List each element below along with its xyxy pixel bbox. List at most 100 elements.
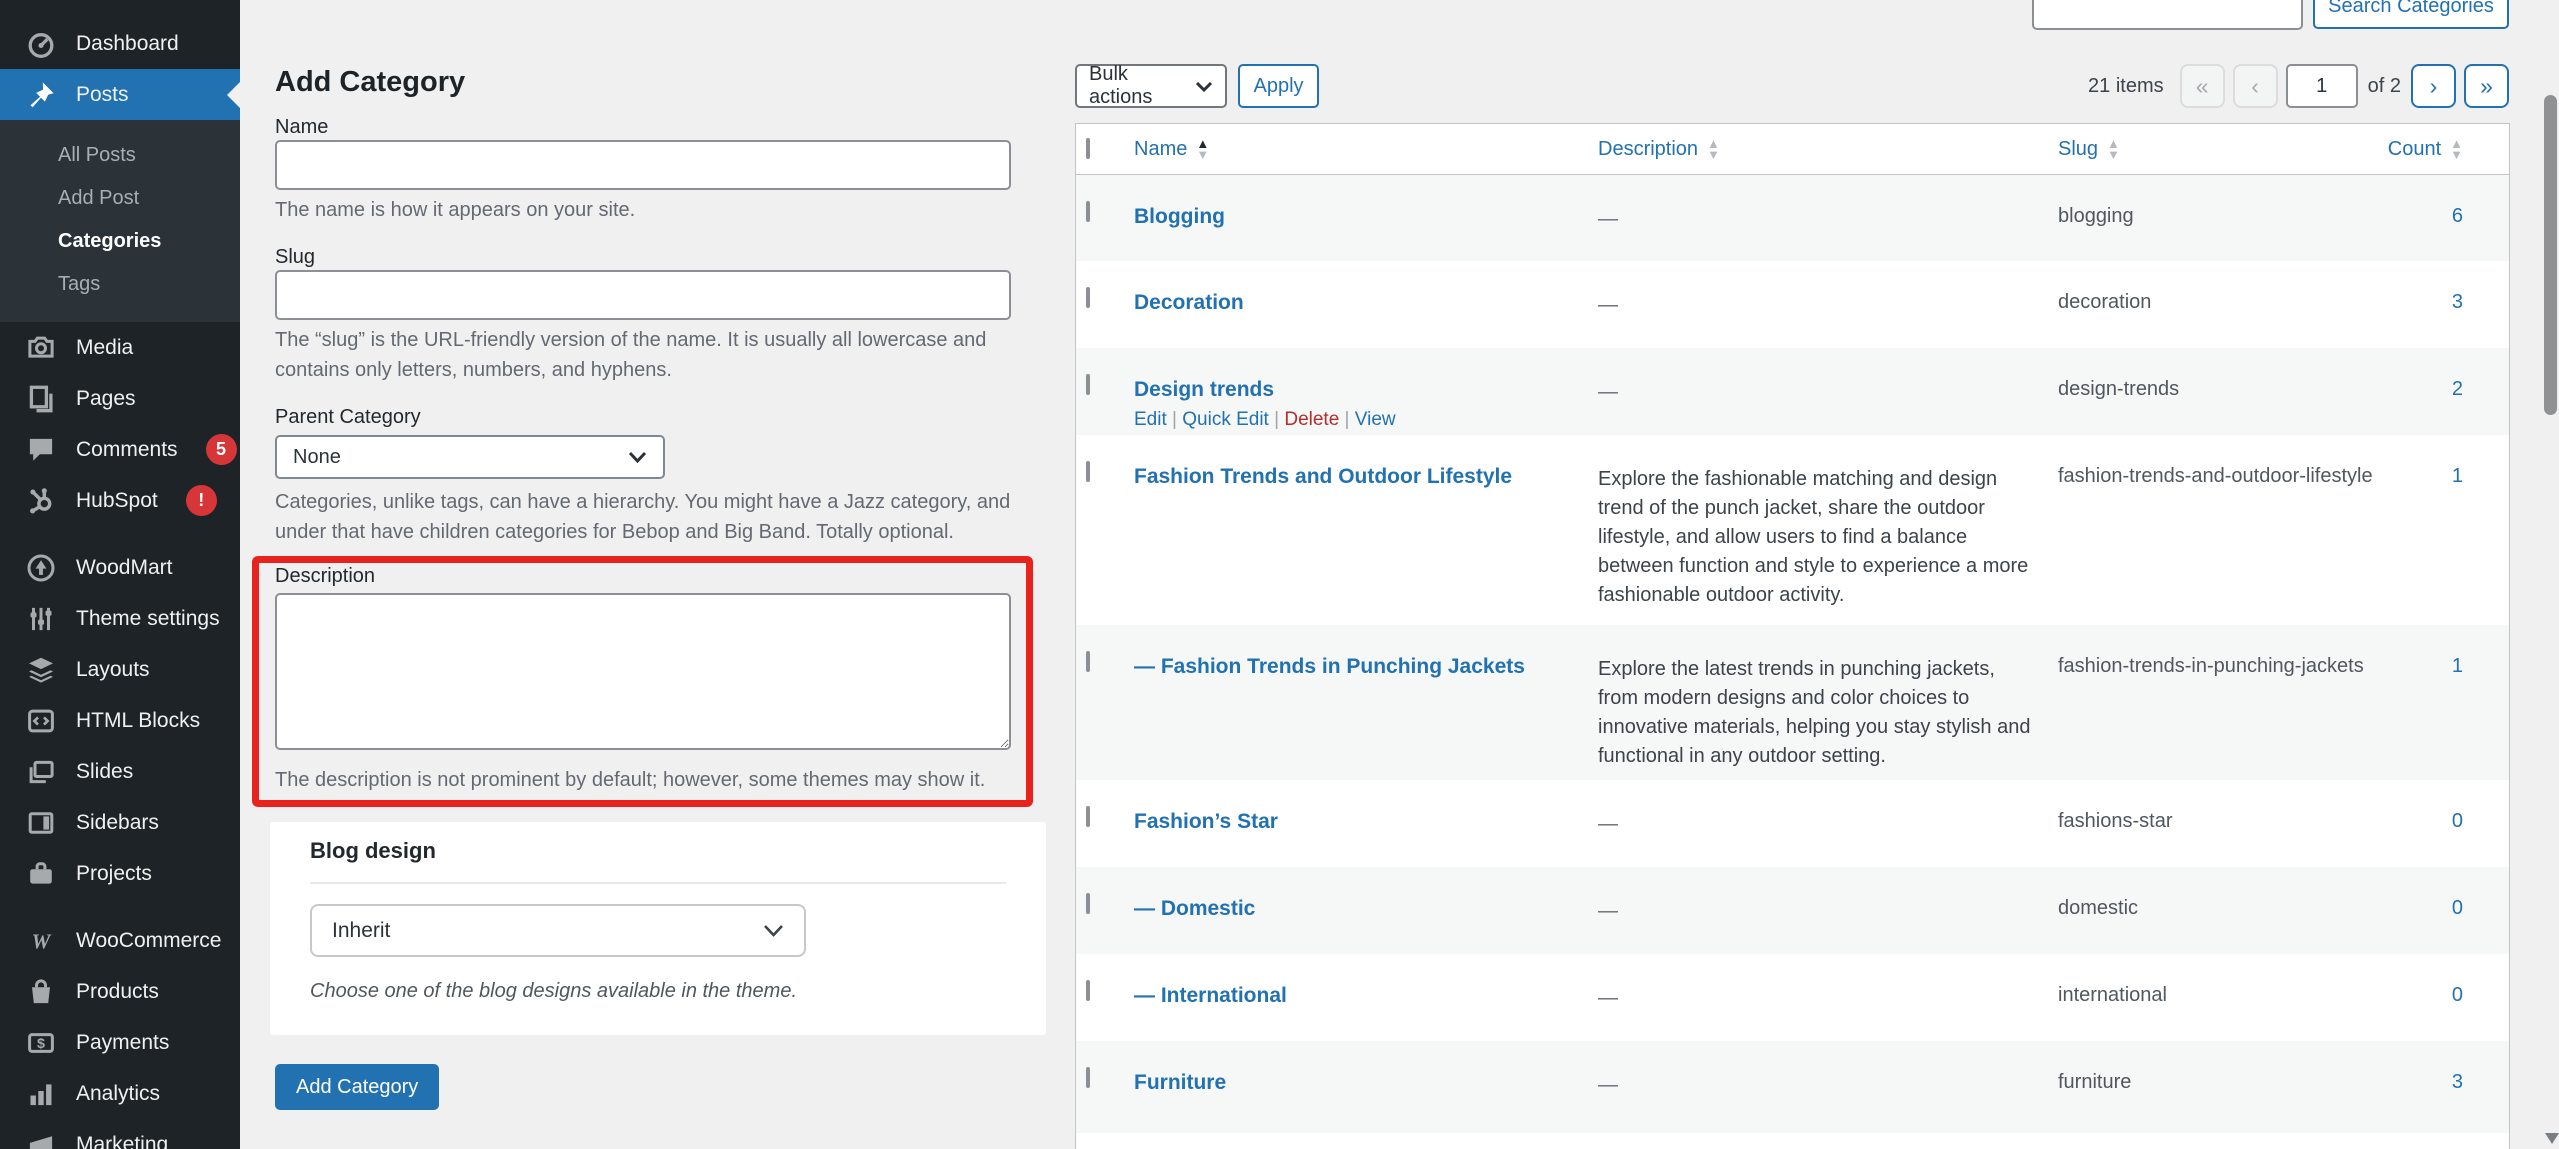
category-name-link[interactable]: — Domestic [1134, 897, 1255, 920]
slides-icon [24, 755, 58, 789]
row-checkbox[interactable] [1086, 201, 1090, 222]
next-page-button[interactable]: › [2411, 64, 2456, 108]
last-page-button[interactable]: » [2464, 64, 2509, 108]
previous-page-button[interactable]: ‹ [2233, 64, 2278, 108]
row-action-delete[interactable]: Delete [1284, 409, 1339, 430]
sidebar-item-pages[interactable]: Pages [0, 373, 240, 424]
sidebar-item-label: HubSpot [76, 489, 158, 513]
sidebar-item-label: Pages [76, 387, 136, 411]
sidebar-item-comments[interactable]: Comments 5 [0, 424, 240, 475]
sidebar-item-posts[interactable]: Posts [0, 69, 240, 120]
table-row-partial [1076, 1133, 2509, 1149]
column-header-count[interactable]: Count ▲▼ [2389, 138, 2509, 161]
row-checkbox[interactable] [1086, 374, 1090, 395]
scrollbar-down-arrow[interactable] [2545, 1133, 2559, 1144]
category-count-link[interactable]: 0 [2452, 810, 2463, 832]
sidebar-item-woodmart[interactable]: WoodMart [0, 542, 240, 593]
category-count-link[interactable]: 3 [2452, 291, 2463, 313]
blog-design-select[interactable]: Inherit [310, 904, 806, 957]
row-checkbox[interactable] [1086, 806, 1090, 827]
search-categories-button[interactable]: Search Categories [2313, 0, 2509, 29]
category-name-link[interactable]: — International [1134, 984, 1287, 1007]
category-count-link[interactable]: 0 [2452, 984, 2463, 1006]
sidebar-item-analytics[interactable]: Analytics [0, 1068, 240, 1119]
sidebar-item-payments[interactable]: $Payments [0, 1017, 240, 1068]
name-input[interactable] [275, 140, 1011, 190]
select-all-checkbox[interactable] [1086, 138, 1090, 159]
category-name-link[interactable]: Furniture [1134, 1071, 1226, 1094]
column-header-slug[interactable]: Slug▲▼ [2058, 138, 2389, 161]
category-name-link[interactable]: Fashion Trends and Outdoor Lifestyle [1134, 465, 1512, 488]
sidebar-item-projects[interactable]: Projects [0, 848, 240, 899]
row-action-quick-edit[interactable]: Quick Edit [1182, 409, 1269, 430]
sidebar-item-label: Layouts [76, 658, 150, 682]
slug-label: Slug [275, 246, 315, 269]
sidebar-item-woocommerce[interactable]: WWooCommerce [0, 915, 240, 966]
category-description: Explore the latest trends in punching ja… [1598, 625, 2058, 780]
sidebar-item-sidebars[interactable]: Sidebars [0, 797, 240, 848]
row-checkbox[interactable] [1086, 1067, 1090, 1088]
category-slug: fashions-star [2058, 780, 2389, 867]
category-name-link[interactable]: Design trends [1134, 378, 1274, 401]
sidebar-item-marketing[interactable]: Marketing [0, 1119, 240, 1149]
category-name-link[interactable]: Blogging [1134, 205, 1225, 228]
woodmart-arrow-icon [24, 551, 58, 585]
sliders-icon [24, 602, 58, 636]
search-categories-input[interactable] [2032, 0, 2303, 30]
column-header-name[interactable]: Name▲▼ [1134, 138, 1598, 161]
description-textarea[interactable] [275, 593, 1011, 750]
row-checkbox[interactable] [1086, 461, 1090, 482]
row-action-view[interactable]: View [1355, 409, 1396, 430]
sidebar-item-media[interactable]: Media [0, 322, 240, 373]
sidebar-item-html-blocks[interactable]: HTML Blocks [0, 695, 240, 746]
column-header-label: Count [2388, 138, 2441, 161]
slug-input[interactable] [275, 270, 1011, 320]
parent-category-select[interactable]: None [275, 435, 665, 479]
chevron-down-icon [763, 924, 784, 937]
table-row: Decoration—decoration3 [1076, 261, 2509, 348]
category-count-link[interactable]: 2 [2452, 378, 2463, 400]
sidebar-item-theme-settings[interactable]: Theme settings [0, 593, 240, 644]
shopping-bag-icon [24, 975, 58, 1009]
sort-arrows-icon: ▲▼ [2450, 138, 2463, 160]
sidebar-item-slides[interactable]: Slides [0, 746, 240, 797]
category-count-link[interactable]: 1 [2452, 465, 2463, 487]
row-action-edit[interactable]: Edit [1134, 409, 1167, 430]
add-category-button[interactable]: Add Category [275, 1064, 439, 1110]
table-row: Design trendsEdit | Quick Edit | Delete … [1076, 348, 2509, 435]
category-count-link[interactable]: 1 [2452, 655, 2463, 677]
category-count-link[interactable]: 0 [2452, 897, 2463, 919]
first-page-button[interactable]: « [2180, 64, 2225, 108]
category-count-link[interactable]: 6 [2452, 205, 2463, 227]
add-category-heading: Add Category [275, 66, 465, 99]
sidebar-subitem-all-posts[interactable]: All Posts [0, 134, 240, 177]
sidebar-separator [0, 899, 240, 915]
sidebar-item-hubspot[interactable]: HubSpot! [0, 475, 240, 526]
sidebar-subitem-add-post[interactable]: Add Post [0, 177, 240, 220]
category-description: — [1598, 954, 2058, 1041]
sidebar-item-dashboard[interactable]: Dashboard [0, 18, 240, 69]
posts-submenu: All PostsAdd PostCategoriesTags [0, 120, 240, 322]
sidebar-item-label: Slides [76, 760, 133, 784]
row-checkbox[interactable] [1086, 893, 1090, 914]
scrollbar-thumb[interactable] [2544, 95, 2557, 415]
column-header-label: Description [1598, 138, 1698, 161]
sidebar-subitem-tags[interactable]: Tags [0, 263, 240, 306]
column-header-description[interactable]: Description▲▼ [1598, 138, 2058, 161]
sidebar-item-layouts[interactable]: Layouts [0, 644, 240, 695]
row-checkbox[interactable] [1086, 980, 1090, 1001]
row-checkbox[interactable] [1086, 651, 1090, 672]
apply-button[interactable]: Apply [1238, 64, 1319, 108]
current-page-input[interactable]: 1 [2286, 64, 2358, 108]
bulk-actions-select[interactable]: Bulk actions [1075, 64, 1227, 108]
row-checkbox[interactable] [1086, 287, 1090, 308]
sidebar-subitem-categories[interactable]: Categories [0, 220, 240, 263]
sidebar-item-products[interactable]: Products [0, 966, 240, 1017]
category-name-link[interactable]: Fashion’s Star [1134, 810, 1278, 833]
category-name-link[interactable]: — Fashion Trends in Punching Jackets [1134, 655, 1525, 678]
sidebar-item-label: Comments [76, 438, 178, 462]
comments-count-badge: 5 [206, 434, 237, 465]
category-count-link[interactable]: 3 [2452, 1071, 2463, 1093]
dashboard-icon [24, 27, 58, 61]
category-name-link[interactable]: Decoration [1134, 291, 1244, 314]
